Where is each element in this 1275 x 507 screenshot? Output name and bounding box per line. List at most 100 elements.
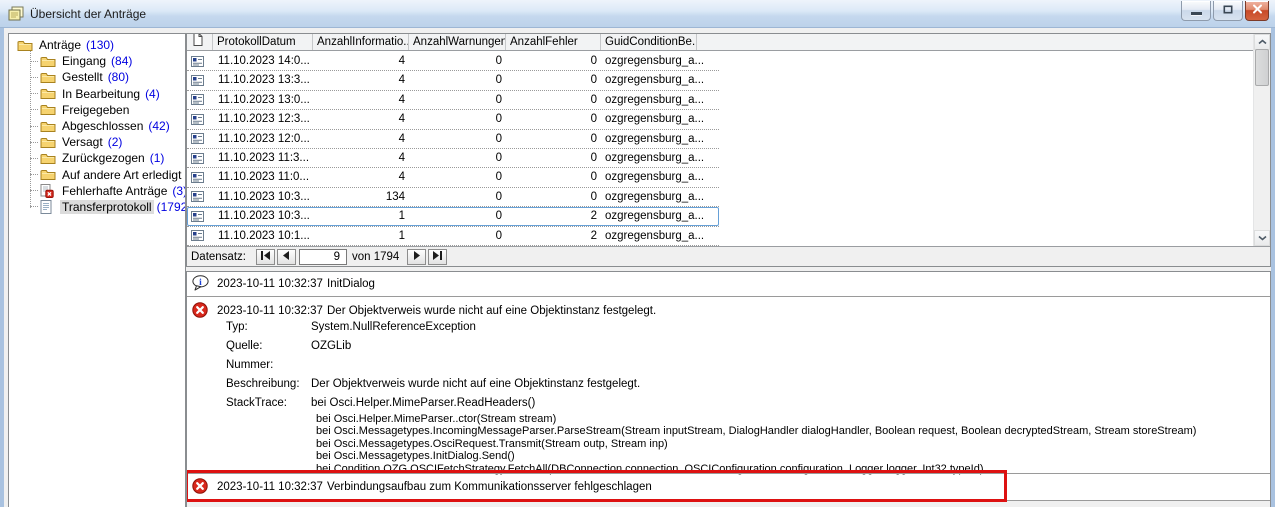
table-row[interactable]: 11.10.2023 11:3...400ozgregensburg_a... <box>187 149 719 168</box>
caption-buttons <box>1179 1 1269 21</box>
last-record-button[interactable] <box>428 249 447 265</box>
error-field-typ: Typ:System.NullReferenceException <box>226 318 640 337</box>
tree-item-abgeschlossen[interactable]: Abgeschlossen(42) <box>9 118 185 134</box>
tree-item-versagt[interactable]: Versagt(2) <box>9 134 185 150</box>
tree-item-count: (1) <box>150 151 165 165</box>
error-field-value: bei Osci.Helper.MimeParser.ReadHeaders() <box>311 394 535 413</box>
cell-anzahlfehler: 0 <box>506 188 601 206</box>
grid-header: ProtokollDatumAnzahlInformatio...AnzahlW… <box>187 34 1253 51</box>
scroll-up-button[interactable] <box>1254 34 1270 50</box>
cell-anzahlfehler: 0 <box>506 168 601 186</box>
record-navigator-label: Datensatz: <box>191 251 246 263</box>
log-message: Verbindungsaufbau zum Kommunikationsserv… <box>327 480 652 494</box>
maximize-button[interactable] <box>1213 1 1243 21</box>
titlebar: Übersicht der Anträge <box>0 0 1275 28</box>
table-row[interactable]: 11.10.2023 10:1...102ozgregensburg_a... <box>187 227 719 246</box>
document-icon <box>40 200 56 214</box>
grid-vertical-scrollbar[interactable] <box>1253 34 1270 246</box>
record-icon <box>187 149 213 167</box>
cell-anzahlinformationen: 4 <box>313 168 409 186</box>
tree-item-freigegeben[interactable]: Freigegeben <box>9 102 185 118</box>
folder-icon <box>17 38 33 52</box>
cell-protokolldatum: 11.10.2023 10:1... <box>213 227 313 245</box>
tree-item-transferprotokoll[interactable]: Transferprotokoll(1792) <box>9 199 185 215</box>
cell-anzahlfehler: 0 <box>506 71 601 89</box>
close-button[interactable] <box>1245 1 1269 21</box>
tree-panel: Anträge(130)Eingang(84)Gestellt(80)In Be… <box>8 33 186 507</box>
scroll-down-button[interactable] <box>1254 230 1270 246</box>
tree-item-auf-andere-art-erledigt[interactable]: Auf andere Art erledigt(1) <box>9 167 185 183</box>
tree-item-count: (80) <box>108 70 129 84</box>
stacktrace-lines: bei Osci.Helper.MimeParser..ctor(Stream … <box>316 413 1196 475</box>
tree-item-eingang[interactable]: Eingang(84) <box>9 53 185 69</box>
tree-guide <box>30 190 38 191</box>
next-record-button[interactable] <box>407 249 426 265</box>
column-header-guidconditionbe[interactable]: GuidConditionBe... <box>601 34 697 50</box>
cell-protokolldatum: 11.10.2023 11:0... <box>213 168 313 186</box>
cell-guidcondition: ozgregensburg_a... <box>601 71 719 89</box>
cell-protokolldatum: 11.10.2023 10:3... <box>213 207 313 225</box>
cell-anzahlinformationen: 1 <box>313 207 409 225</box>
cell-guidcondition: ozgregensburg_a... <box>601 110 719 128</box>
window-title: Übersicht der Anträge <box>30 7 146 21</box>
column-header-icon[interactable] <box>187 34 213 50</box>
svg-text:i: i <box>199 278 202 288</box>
tree-item-fehlerhafte-anträge[interactable]: Fehlerhafte Anträge(3) <box>9 183 185 199</box>
record-icon <box>187 188 213 206</box>
tree-item-count: (3) <box>172 184 186 198</box>
tree-item-label: Eingang <box>60 54 108 68</box>
table-row[interactable]: 11.10.2023 10:3...13400ozgregensburg_a..… <box>187 188 719 207</box>
tree-item-label: Anträge <box>37 38 83 52</box>
cell-protokolldatum: 11.10.2023 13:3... <box>213 71 313 89</box>
table-row[interactable]: 11.10.2023 12:0...400ozgregensburg_a... <box>187 130 719 149</box>
cell-anzahlfehler: 0 <box>506 130 601 148</box>
previous-record-button[interactable] <box>277 249 296 265</box>
column-header-protokolldatum[interactable]: ProtokollDatum <box>213 34 313 50</box>
folder-icon <box>40 87 56 101</box>
tree-item-gestellt[interactable]: Gestellt(80) <box>9 69 185 85</box>
cell-anzahlfehler: 2 <box>506 227 601 245</box>
tree-item-count: (84) <box>111 54 132 68</box>
protocol-grid-panel: ProtokollDatumAnzahlInformatio...AnzahlW… <box>186 33 1271 267</box>
first-record-icon <box>260 251 271 263</box>
table-row[interactable]: 11.10.2023 14:0...400ozgregensburg_a... <box>187 52 719 71</box>
column-header-anzahlwarnungen[interactable]: AnzahlWarnungen <box>409 34 506 50</box>
cell-anzahlinformationen: 134 <box>313 188 409 206</box>
column-header-anzahlinformatio[interactable]: AnzahlInformatio... <box>313 34 409 50</box>
table-row[interactable]: 11.10.2023 10:3...102ozgregensburg_a... <box>187 207 719 226</box>
cell-guidcondition: ozgregensburg_a... <box>601 91 719 109</box>
error-field-value: OZGLib <box>311 337 351 356</box>
first-record-button[interactable] <box>256 249 275 265</box>
tree-item-in-bearbeitung[interactable]: In Bearbeitung(4) <box>9 86 185 102</box>
tree-guide <box>30 158 38 159</box>
tree-item-anträge[interactable]: Anträge(130) <box>9 37 185 53</box>
scroll-down-icon <box>1258 232 1267 244</box>
error-circle-icon <box>192 302 209 318</box>
table-row[interactable]: 11.10.2023 12:3...400ozgregensburg_a... <box>187 110 719 129</box>
tree-guide <box>30 142 38 143</box>
record-number-input[interactable] <box>299 249 347 265</box>
log-error-line: 2023-10-11 10:32:37 Der Objektverweis wu… <box>217 304 656 318</box>
log-timestamp: 2023-10-11 10:32:37 <box>217 304 327 318</box>
column-header-anzahlfehler[interactable]: AnzahlFehler <box>506 34 601 50</box>
record-icon <box>187 168 213 186</box>
page-icon <box>193 34 203 50</box>
scrollbar-thumb[interactable] <box>1255 49 1269 86</box>
folder-icon <box>40 103 56 117</box>
table-row[interactable]: 11.10.2023 13:3...400ozgregensburg_a... <box>187 71 719 90</box>
table-row[interactable]: 11.10.2023 13:0...400ozgregensburg_a... <box>187 91 719 110</box>
tree-item-zurückgezogen[interactable]: Zurückgezogen(1) <box>9 150 185 166</box>
cell-guidcondition: ozgregensburg_a... <box>601 130 719 148</box>
cell-anzahlwarnungen: 0 <box>409 71 506 89</box>
minimize-button[interactable] <box>1181 1 1211 21</box>
record-icon <box>187 110 213 128</box>
cell-anzahlwarnungen: 0 <box>409 188 506 206</box>
next-record-icon <box>413 251 421 263</box>
tree-item-label: Zurückgezogen <box>60 151 147 165</box>
tree-item-label: Auf andere Art erledigt <box>60 168 183 182</box>
tree-guide <box>30 174 38 175</box>
folder-icon <box>40 119 56 133</box>
tree-guide <box>30 109 38 110</box>
table-row[interactable]: 11.10.2023 11:0...400ozgregensburg_a... <box>187 168 719 187</box>
log-separator <box>187 296 1270 297</box>
